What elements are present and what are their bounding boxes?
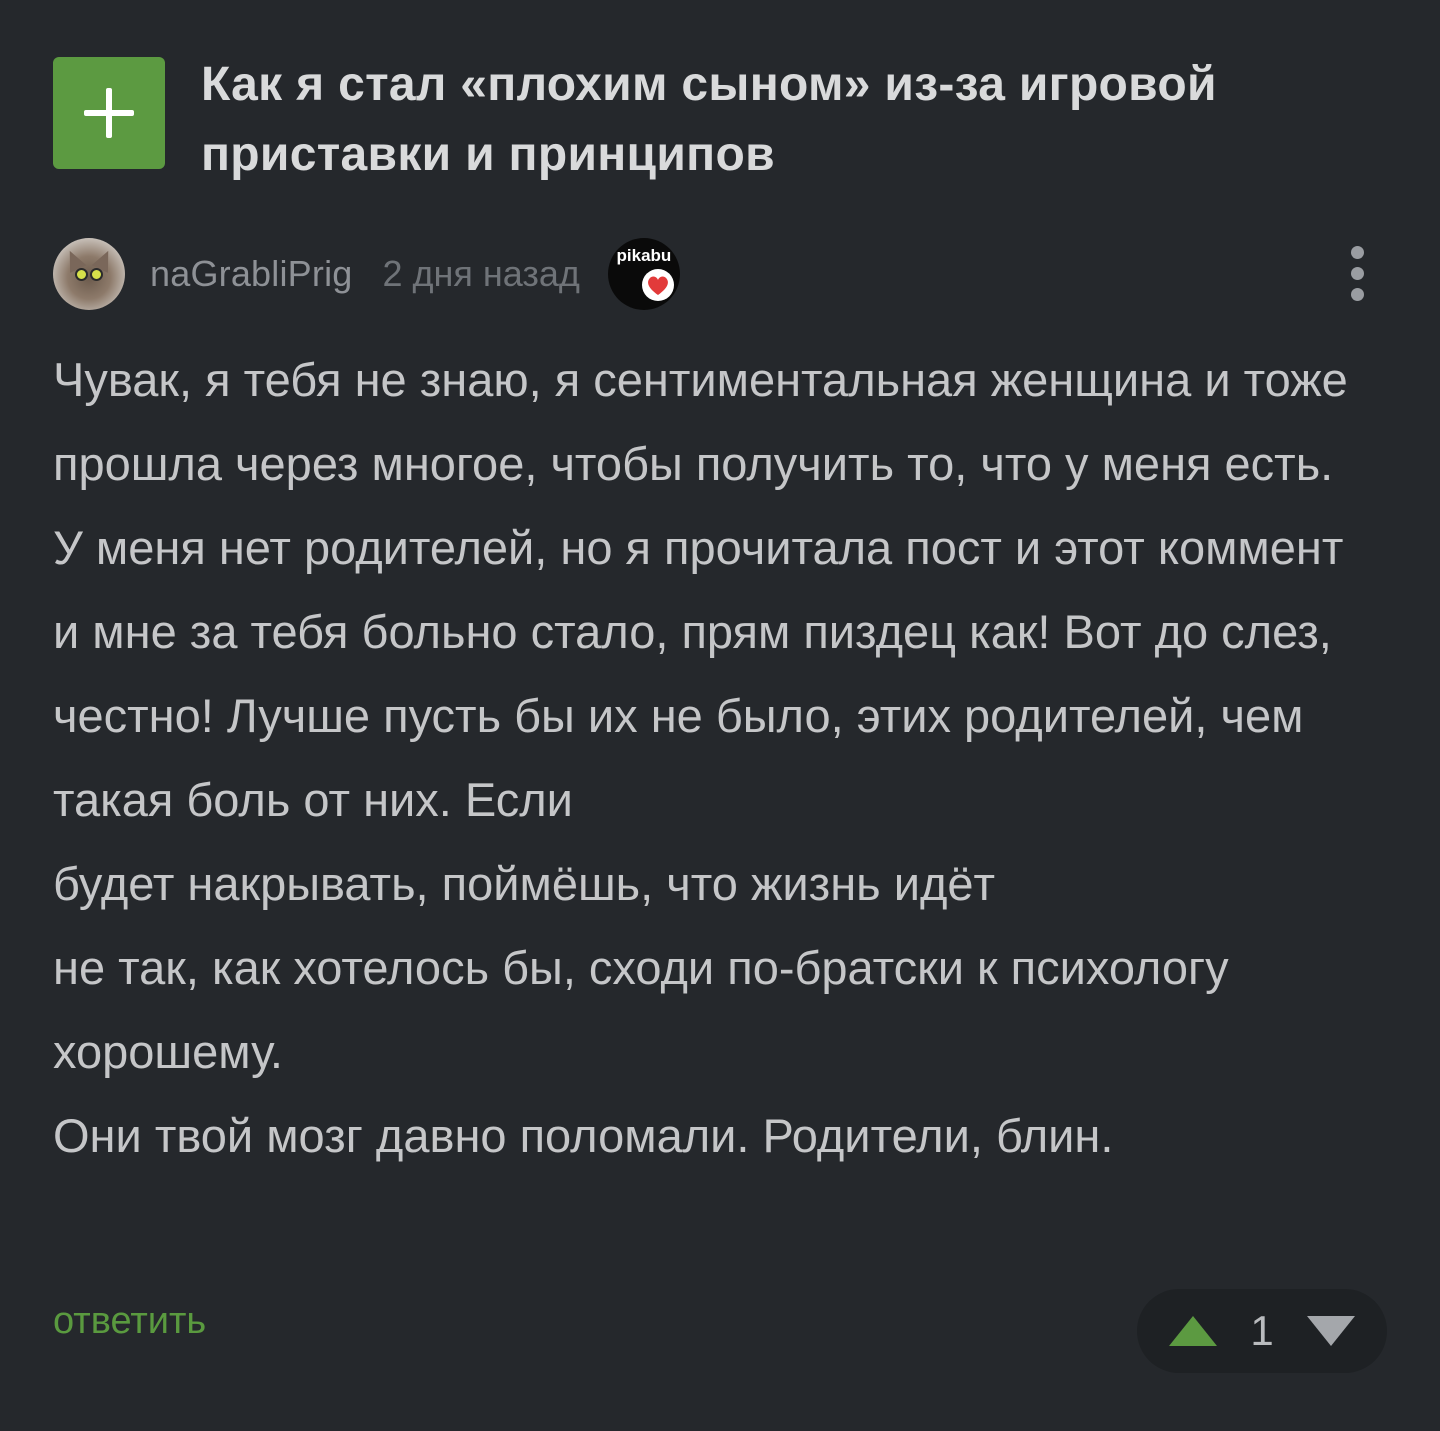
comment-author[interactable]: naGrabliPrig	[150, 253, 353, 295]
comment-header: naGrabliPrig 2 дня назад pikabu	[53, 238, 1373, 310]
comment-paragraph: Чувак, я тебя не знаю, я сентиментальная…	[53, 353, 1348, 826]
avatar-eye-right	[90, 268, 103, 281]
comment-menu-button[interactable]	[1343, 238, 1373, 310]
downvote-arrow-icon[interactable]	[1306, 1316, 1355, 1346]
rating-control: 1	[1137, 1289, 1387, 1373]
avatar-eye-left	[75, 268, 88, 281]
upvote-arrow-icon[interactable]	[1169, 1316, 1217, 1346]
add-post-button[interactable]	[53, 57, 165, 169]
comment-text: Чувак, я тебя не знаю, я сентиментальная…	[53, 338, 1393, 1178]
comment-paragraph: Они твой мозг давно поломали. Родители, …	[53, 1109, 1114, 1162]
comment-paragraph: будет накрывать, поймёшь, что жизнь идёт	[53, 857, 996, 910]
heart-icon	[641, 269, 674, 301]
reply-link[interactable]: ответить	[53, 1300, 206, 1343]
user-avatar[interactable]	[53, 238, 125, 310]
vertical-dots-icon-bottom	[1351, 288, 1364, 301]
pikabu-badge: pikabu	[607, 238, 680, 310]
comment-paragraph: не так, как хотелось бы, сходи по-братск…	[53, 941, 1229, 1078]
rating-count: 1	[1250, 1307, 1274, 1354]
post-header: Как я стал «плохим сыном» из-за игровой …	[53, 50, 1393, 190]
badge-label: pikabu	[616, 246, 672, 265]
vertical-dots-icon-middle	[1351, 267, 1364, 280]
comment-timestamp: 2 дня назад	[382, 253, 580, 294]
vertical-dots-icon	[1351, 246, 1364, 259]
post-title[interactable]: Как я стал «плохим сыном» из-за игровой …	[201, 50, 1371, 190]
plus-icon-vertical	[106, 88, 112, 138]
